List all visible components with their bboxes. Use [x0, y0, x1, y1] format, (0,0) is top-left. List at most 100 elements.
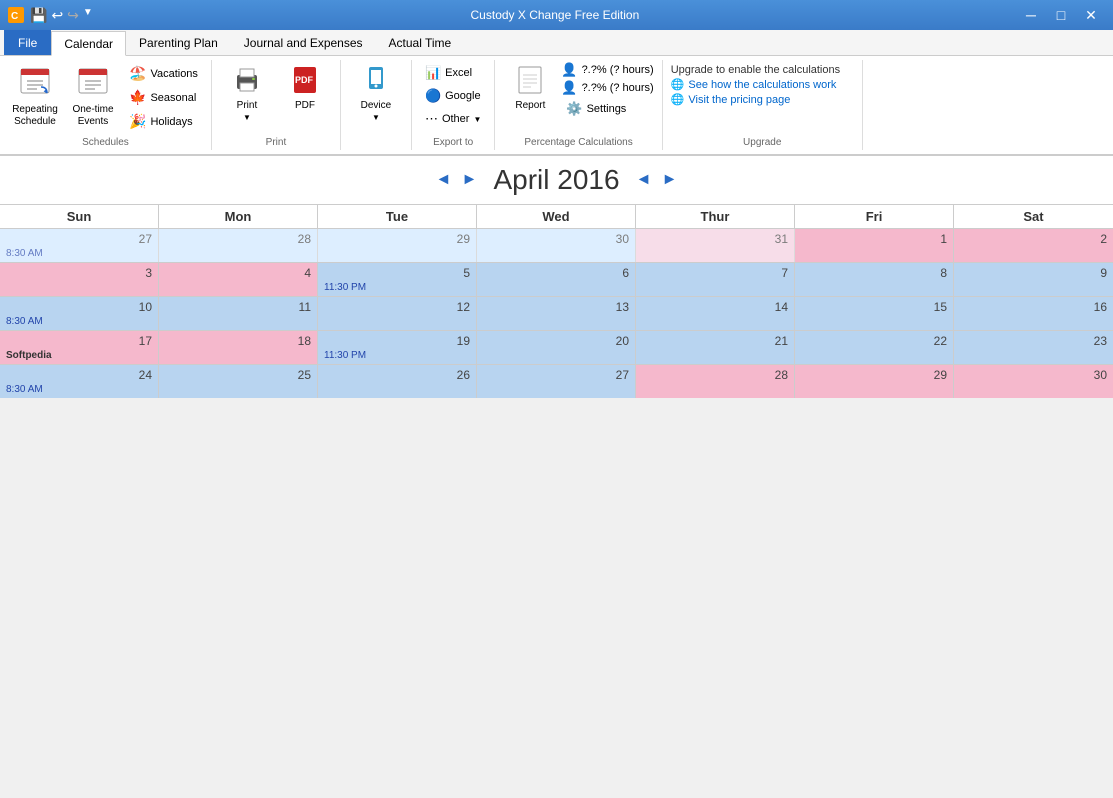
table-row[interactable]: 25: [159, 365, 318, 398]
table-row[interactable]: 3: [0, 263, 159, 296]
next-prev-button[interactable]: ◄: [632, 168, 656, 192]
pct-value-2: ?.?% (? hours): [582, 82, 654, 94]
day-time: 11:30 PM: [322, 281, 472, 294]
table-row[interactable]: 28: [636, 365, 795, 398]
table-row[interactable]: 23: [954, 331, 1113, 364]
header-tue: Tue: [318, 205, 477, 228]
table-row[interactable]: 15: [795, 297, 954, 330]
table-row[interactable]: 4: [159, 263, 318, 296]
day-number: 21: [640, 333, 790, 349]
close-button[interactable]: ✕: [1077, 4, 1105, 26]
maximize-button[interactable]: □: [1047, 4, 1075, 26]
pdf-icon: PDF: [290, 65, 320, 98]
report-label: Report: [515, 100, 545, 111]
header-sat: Sat: [954, 205, 1113, 228]
table-row[interactable]: 22: [795, 331, 954, 364]
prev-month-button[interactable]: ►: [457, 168, 481, 192]
table-row[interactable]: 26: [318, 365, 477, 398]
see-how-link[interactable]: 🌐 See how the calculations work: [671, 78, 854, 91]
minimize-button[interactable]: ─: [1017, 4, 1045, 26]
day-time: 8:30 AM: [4, 383, 154, 396]
export-content: 📊 Excel 🔵 Google ⋯ Other ▼: [420, 62, 486, 148]
day-number: 28: [163, 231, 313, 247]
other-icon: ⋯: [425, 111, 438, 127]
table-row[interactable]: 17Softpedia: [0, 331, 159, 364]
table-row[interactable]: 30: [954, 365, 1113, 398]
undo-icon[interactable]: ↩: [51, 7, 63, 24]
vacations-button[interactable]: 🏖️ Vacations: [124, 62, 203, 85]
table-row[interactable]: 12: [318, 297, 477, 330]
tab-actual-time[interactable]: Actual Time: [376, 30, 465, 55]
header-sun: Sun: [0, 205, 159, 228]
table-row[interactable]: 278:30 AM: [0, 229, 159, 262]
export-group-label: Export to: [412, 137, 494, 148]
svg-text:C: C: [11, 11, 18, 22]
week-3: 17Softpedia181911:30 PM2021 2223: [0, 331, 1113, 365]
table-row[interactable]: 1911:30 PM: [318, 331, 477, 364]
schedules-content: RepeatingSchedule One-timeEvents: [8, 62, 203, 148]
device-group: Device ▼: [341, 60, 412, 150]
app-icon: C: [8, 7, 24, 23]
save-icon[interactable]: 💾: [30, 7, 47, 24]
table-row[interactable]: 29: [318, 229, 477, 262]
schedules-group: RepeatingSchedule One-timeEvents: [0, 60, 212, 150]
other-label: Other: [442, 113, 470, 125]
table-row[interactable]: 11: [159, 297, 318, 330]
table-row[interactable]: 9: [954, 263, 1113, 296]
holidays-button[interactable]: 🎉 Holidays: [124, 110, 203, 133]
upgrade-text: Upgrade to enable the calculations: [671, 64, 854, 76]
other-button[interactable]: ⋯ Other ▼: [420, 108, 486, 130]
pdf-label: PDF: [295, 100, 315, 111]
header-thur: Thur: [636, 205, 795, 228]
day-number: 1: [799, 231, 949, 247]
table-row[interactable]: 29: [795, 365, 954, 398]
table-row[interactable]: 21: [636, 331, 795, 364]
table-row[interactable]: 31: [636, 229, 795, 262]
google-button[interactable]: 🔵 Google: [420, 85, 486, 107]
customize-icon[interactable]: ▼: [83, 7, 93, 24]
onetime-events-icon: [77, 65, 109, 102]
seasonal-button[interactable]: 🍁 Seasonal: [124, 86, 203, 109]
calendar-nav: ◄ ► April 2016 ◄ ►: [0, 156, 1113, 204]
table-row[interactable]: 1: [795, 229, 954, 262]
table-row[interactable]: 30: [477, 229, 636, 262]
prev-year-button[interactable]: ◄: [431, 168, 455, 192]
device-button[interactable]: Device ▼: [349, 62, 403, 125]
repeating-schedule-button[interactable]: RepeatingSchedule: [8, 62, 62, 131]
table-row[interactable]: 7: [636, 263, 795, 296]
next-month-button[interactable]: ►: [658, 168, 682, 192]
day-number: 8: [799, 265, 949, 281]
table-row[interactable]: 13: [477, 297, 636, 330]
pdf-button[interactable]: PDF PDF: [278, 62, 332, 114]
device-arrow: ▼: [372, 113, 380, 122]
print-button[interactable]: Print ▼: [220, 62, 274, 125]
table-row[interactable]: 511:30 PM: [318, 263, 477, 296]
week-0: 278:30 AM28 29303112: [0, 229, 1113, 263]
export-group: 📊 Excel 🔵 Google ⋯ Other ▼ Export to: [412, 60, 495, 150]
table-row[interactable]: 27: [477, 365, 636, 398]
tab-parenting-plan[interactable]: Parenting Plan: [126, 30, 231, 55]
table-row[interactable]: 14: [636, 297, 795, 330]
table-row[interactable]: 28: [159, 229, 318, 262]
table-row[interactable]: 108:30 AM: [0, 297, 159, 330]
tab-calendar[interactable]: Calendar: [51, 31, 126, 56]
quick-access-toolbar: 💾 ↩ ↪ ▼: [30, 7, 93, 24]
visit-pricing-link[interactable]: 🌐 Visit the pricing page: [671, 93, 854, 106]
day-number: 27: [481, 367, 631, 383]
tab-journal[interactable]: Journal and Expenses: [231, 30, 376, 55]
table-row[interactable]: 20: [477, 331, 636, 364]
calendar-body: 278:30 AM282930311234511:30 PM6789108:30…: [0, 229, 1113, 398]
table-row[interactable]: 8: [795, 263, 954, 296]
print-group: Print ▼ PDF PDF Print: [212, 60, 341, 150]
table-row[interactable]: 6: [477, 263, 636, 296]
tab-file[interactable]: File: [4, 30, 51, 55]
table-row[interactable]: 16: [954, 297, 1113, 330]
excel-button[interactable]: 📊 Excel: [420, 62, 486, 84]
onetime-events-button[interactable]: One-timeEvents: [66, 62, 120, 131]
table-row[interactable]: 18: [159, 331, 318, 364]
table-row[interactable]: 2: [954, 229, 1113, 262]
redo-icon[interactable]: ↪: [67, 7, 79, 24]
table-row[interactable]: 248:30 AM: [0, 365, 159, 398]
settings-button[interactable]: ⚙️ Settings: [561, 98, 653, 120]
report-button[interactable]: Report: [503, 62, 557, 114]
